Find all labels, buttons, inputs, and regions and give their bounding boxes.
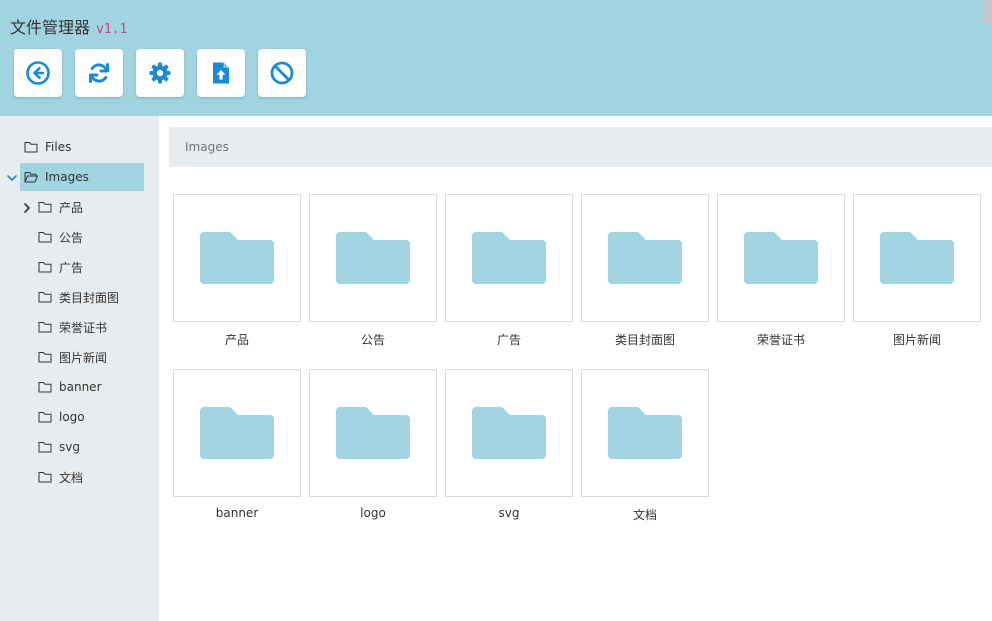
folder-icon [472, 232, 546, 284]
folder-icon [38, 381, 52, 393]
folder-thumbnail [309, 194, 437, 322]
chevron-down-icon[interactable] [7, 173, 17, 183]
sidebar-item-folder[interactable]: 产品 [34, 193, 144, 221]
sidebar-item-folder[interactable]: 图片新闻 [34, 343, 144, 371]
folder-icon [608, 407, 682, 459]
sidebar-item-label: 荣誉证书 [59, 320, 108, 335]
refresh-icon [89, 63, 109, 83]
folder-icon [38, 231, 52, 243]
file-upload-icon [213, 62, 229, 84]
folder-icon [880, 232, 954, 284]
folder-icon [38, 351, 52, 363]
sidebar-tree: Files Images 产品公告广告类目封面图荣誉证书图片新闻 banner lo… [0, 116, 159, 621]
folder-icon [38, 291, 52, 303]
folder-icon [38, 201, 52, 213]
upload-button[interactable] [197, 49, 245, 97]
folder-icon [200, 407, 274, 459]
folder-icon [472, 407, 546, 459]
folder-icon [200, 232, 274, 284]
sidebar-item-folder[interactable]: banner [34, 373, 144, 401]
folder-icon [608, 232, 682, 284]
sidebar-item-label: logo [59, 410, 85, 424]
ban-icon [270, 61, 294, 85]
app-version: v1.1 [96, 22, 128, 37]
sidebar-item-label: 图片新闻 [59, 350, 108, 365]
toolbar [14, 49, 306, 97]
sidebar-item-folder[interactable]: svg [34, 433, 144, 461]
sidebar-item-label: 文档 [59, 470, 84, 485]
folder-thumbnail [173, 369, 301, 497]
folder-thumbnail [581, 194, 709, 322]
sidebar-item-label: 广告 [59, 260, 84, 275]
folder-icon [38, 411, 52, 423]
sidebar-item-folder[interactable]: 公告 [34, 223, 144, 251]
sidebar-item-label: svg [59, 440, 80, 454]
folder-thumbnail [173, 194, 301, 322]
folder-open-icon [24, 171, 38, 183]
folder-icon [744, 232, 818, 284]
folder-icon [336, 407, 410, 459]
folder-thumbnail [445, 369, 573, 497]
folder-icon [24, 141, 38, 153]
app-title: 文件管理器 [10, 18, 91, 37]
folder-icon [38, 441, 52, 453]
circle-arrow-left-icon [26, 61, 50, 85]
breadcrumb-current[interactable]: Images [185, 140, 229, 154]
sidebar-item-label: banner [59, 380, 102, 394]
folder-label: 公告 [360, 333, 385, 347]
folder-label: 广告 [496, 333, 521, 347]
folder-label: 类目封面图 [614, 333, 675, 347]
folder-label: svg [498, 506, 520, 520]
folder-card[interactable]: svg [445, 369, 573, 520]
folder-icon [336, 232, 410, 284]
breadcrumb: Images [169, 127, 992, 167]
cancel-button[interactable] [258, 49, 306, 97]
scrollbar-thumb[interactable] [983, 0, 992, 24]
folder-icon [38, 261, 52, 273]
settings-button[interactable] [136, 49, 184, 97]
title-row: 文件管理器 v1.1 [10, 14, 127, 38]
sidebar-item-folder[interactable]: 类目封面图 [34, 283, 144, 311]
sidebar-item-label: 产品 [59, 200, 84, 215]
sidebar-item-folder[interactable]: 文档 [34, 463, 144, 491]
header: 文件管理器 v1.1 [0, 0, 992, 116]
sidebar-item-files[interactable]: Files [20, 133, 144, 161]
sidebar-item-folder[interactable]: logo [34, 403, 144, 431]
folder-card[interactable]: 广告 [445, 194, 573, 348]
folder-card[interactable]: logo [309, 369, 437, 520]
sidebar-item-label: 类目封面图 [59, 290, 120, 305]
folder-card[interactable]: 文档 [581, 369, 709, 523]
folder-label: logo [360, 506, 386, 520]
folder-card[interactable]: 类目封面图 [581, 194, 709, 348]
folder-icon [38, 471, 52, 483]
sidebar-item-folder[interactable]: 广告 [34, 253, 144, 281]
folder-label: 荣誉证书 [756, 333, 805, 347]
sidebar-item-label: Images [45, 170, 89, 184]
sidebar-item-folder[interactable]: 荣誉证书 [34, 313, 144, 341]
folder-label: banner [215, 506, 259, 520]
folder-label: 图片新闻 [892, 333, 941, 347]
folder-label: 文档 [632, 508, 657, 522]
folder-card[interactable]: 产品 [173, 194, 301, 348]
chevron-right-icon[interactable] [22, 203, 32, 213]
folder-label: 产品 [224, 333, 249, 347]
gear-icon [149, 62, 171, 84]
folder-card[interactable]: banner [173, 369, 301, 520]
sidebar-item-label: Files [45, 140, 72, 154]
folder-card[interactable]: 荣誉证书 [717, 194, 845, 348]
folder-thumbnail [445, 194, 573, 322]
folder-thumbnail [309, 369, 437, 497]
refresh-button[interactable] [75, 49, 123, 97]
folder-icon [38, 321, 52, 333]
folder-card[interactable]: 公告 [309, 194, 437, 348]
file-manager-app: 文件管理器 v1.1 Files Images 产品 公告 广告 类目封面图 荣… [0, 0, 992, 621]
sidebar-item-label: 公告 [59, 230, 84, 245]
sidebar-item-images[interactable]: Images [20, 163, 144, 191]
folder-card[interactable]: 图片新闻 [853, 194, 981, 348]
back-button[interactable] [14, 49, 62, 97]
folder-thumbnail [853, 194, 981, 322]
folder-thumbnail [717, 194, 845, 322]
folder-thumbnail [581, 369, 709, 497]
